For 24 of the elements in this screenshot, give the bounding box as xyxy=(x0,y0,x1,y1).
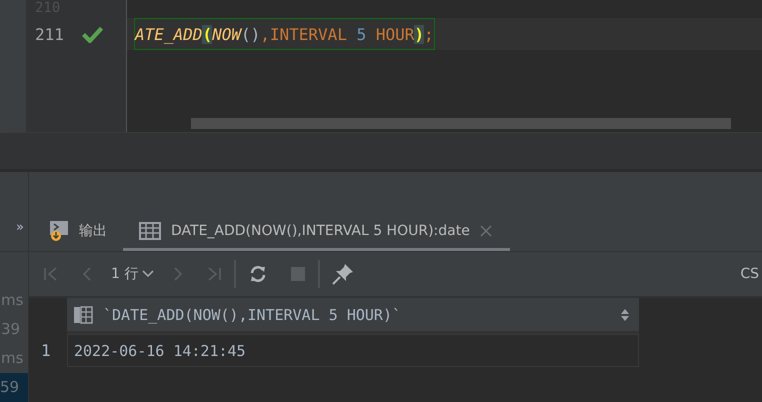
sort-icon[interactable] xyxy=(621,308,629,320)
output-icon xyxy=(49,220,69,242)
scrollbar-thumb[interactable] xyxy=(191,118,731,130)
table-icon xyxy=(139,222,161,240)
toolbar-label[interactable]: CS xyxy=(740,266,759,282)
stop-icon[interactable] xyxy=(290,266,306,282)
line-number: 211 xyxy=(35,24,65,44)
tab[interactable]: 输出 xyxy=(47,214,111,251)
row-number: 1 xyxy=(40,341,52,360)
first-page-icon[interactable] xyxy=(43,266,59,282)
refresh-icon[interactable] xyxy=(248,264,268,284)
chevron-down-icon xyxy=(142,270,154,278)
previous-icon[interactable] xyxy=(81,266,93,282)
column-header[interactable]: `DATE_ADD(NOW(),INTERVAL 5 HOUR)` xyxy=(67,298,639,334)
expand-toggle[interactable]: » xyxy=(16,220,24,235)
table-cell[interactable]: 2022-06-16 14:21:45 xyxy=(67,334,639,367)
pin-icon[interactable] xyxy=(332,263,354,285)
last-page-icon[interactable] xyxy=(206,266,222,282)
close-icon[interactable] xyxy=(480,225,492,237)
row-count-dropdown[interactable]: 1 行 xyxy=(111,265,154,283)
next-icon[interactable] xyxy=(172,266,184,282)
tab[interactable]: DATE_ADD(NOW(),INTERVAL 5 HOUR):date xyxy=(123,214,510,251)
column-icon xyxy=(73,306,93,324)
list-item[interactable]: 59 xyxy=(0,373,28,402)
